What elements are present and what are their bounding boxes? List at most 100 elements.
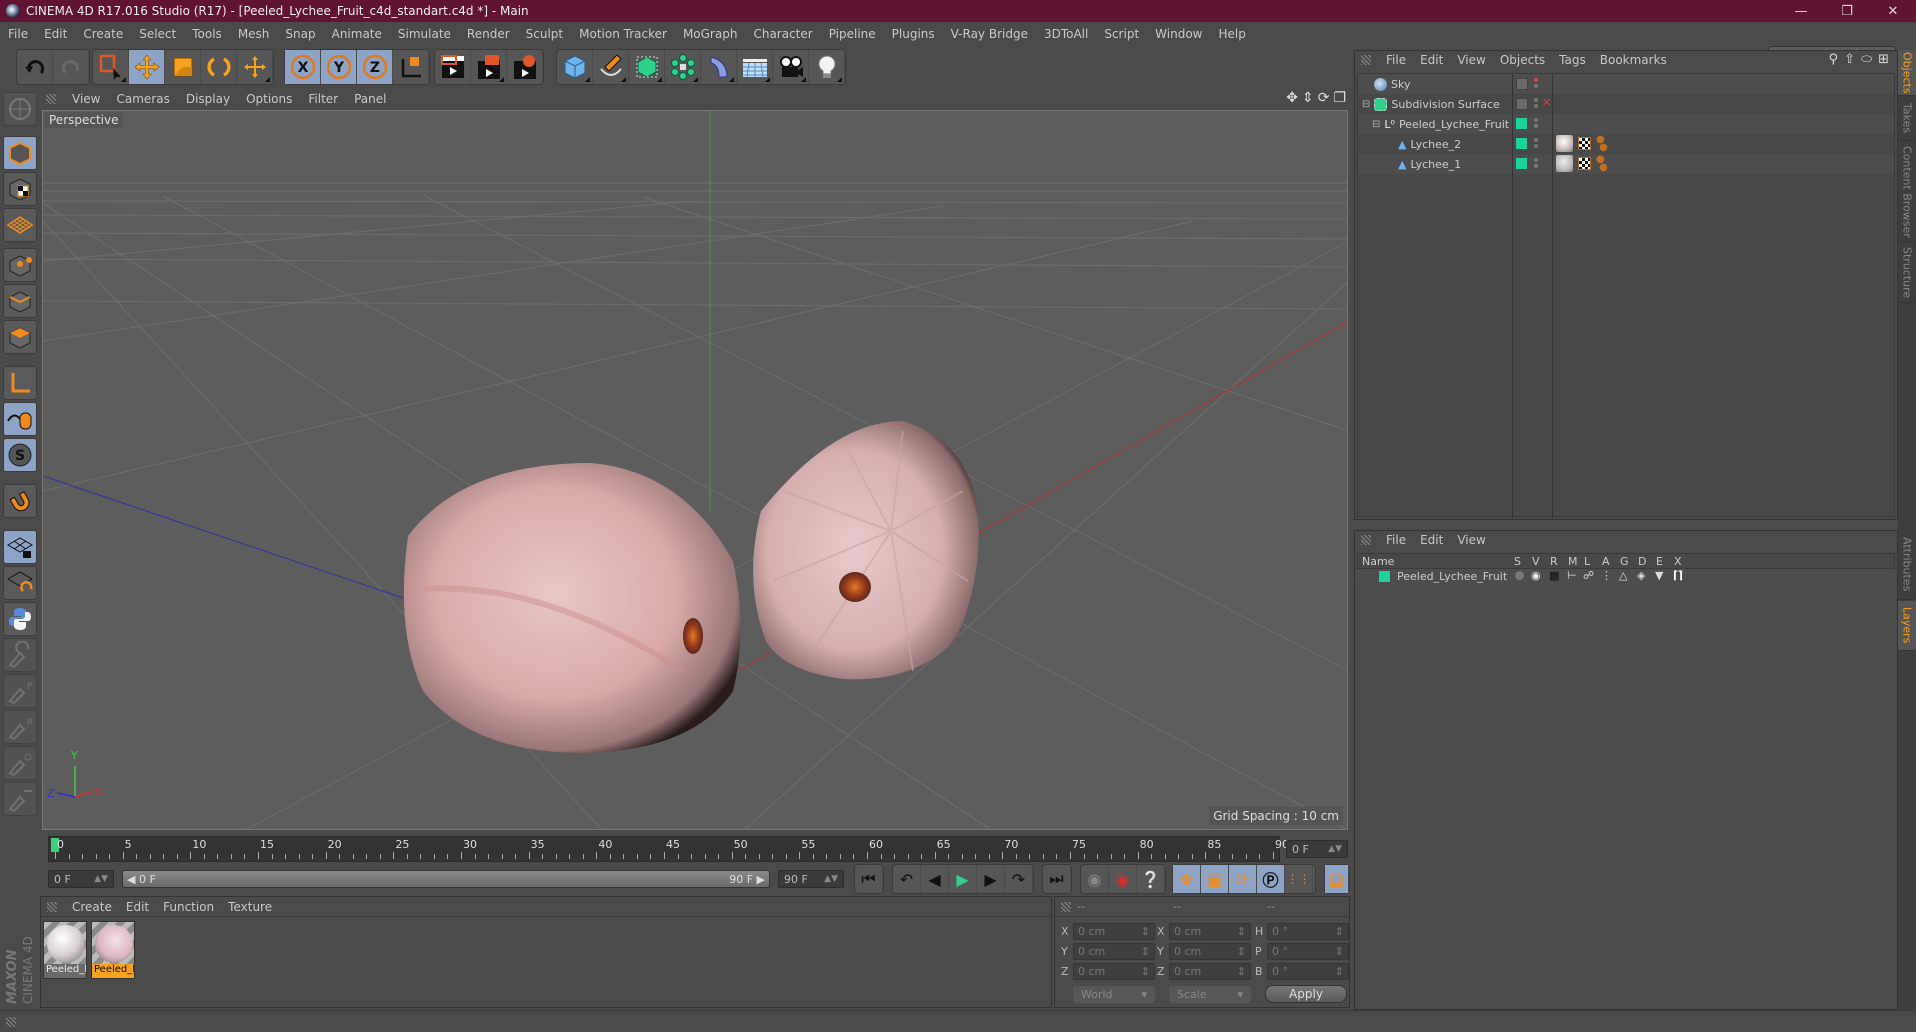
visibility-dots[interactable] (1534, 136, 1538, 150)
coordinate-space-dropdown[interactable]: World ▾ (1073, 986, 1155, 1003)
coordinate-system-button[interactable] (393, 50, 429, 84)
menu-render[interactable]: Render (459, 27, 518, 41)
menu-vray-bridge[interactable]: V-Ray Bridge (943, 27, 1036, 41)
display-tag-icon[interactable] (1516, 98, 1528, 110)
layer-color-icon[interactable] (1516, 118, 1527, 129)
visibility-dots[interactable] (1534, 76, 1538, 90)
menu-select[interactable]: Select (131, 27, 184, 41)
objects-menu-file[interactable]: File (1379, 53, 1413, 67)
xref-icon[interactable]: ⌈⌉ (1673, 569, 1683, 582)
pan-icon[interactable]: ✥ (1286, 90, 1298, 106)
points-mode-button[interactable] (3, 248, 37, 282)
column-deformers[interactable]: D (1638, 555, 1646, 568)
axis-mode-button[interactable] (3, 366, 37, 400)
go-to-start-button[interactable]: ⏮ (855, 865, 883, 893)
start-frame-field[interactable]: 0 F ▲▼ (48, 870, 114, 888)
phong-tag-icon[interactable]: ● ● (1596, 135, 1608, 153)
viewport-menu-cameras[interactable]: Cameras (108, 92, 177, 106)
solo-mode-button[interactable]: S (3, 438, 37, 472)
column-generators[interactable]: G (1620, 555, 1629, 568)
end-frame-field[interactable]: 90 F ▲▼ (778, 870, 844, 888)
new-panel-icon[interactable]: ⊞ (1878, 52, 1889, 67)
layers-menu-edit[interactable]: Edit (1413, 533, 1450, 547)
uvw-tag-icon[interactable] (1578, 137, 1591, 150)
render-to-picture-viewer-button[interactable] (471, 50, 507, 84)
column-locked[interactable]: L (1584, 555, 1590, 568)
deformer-icon[interactable]: ◈ (1637, 569, 1645, 582)
size-x-field[interactable]: 0 cm ⇕ (1169, 923, 1251, 940)
unlocked-icon[interactable]: ☍ (1583, 569, 1594, 582)
menu-pipeline[interactable]: Pipeline (821, 27, 884, 41)
workplane-mode-button[interactable] (3, 208, 37, 242)
key-parameter-button[interactable]: Ⓟ (1257, 865, 1285, 893)
column-solo[interactable]: S (1514, 555, 1521, 568)
minimize-button[interactable]: — (1778, 0, 1824, 22)
object-row-lychee-2[interactable]: ▲ Lychee_2 ● ● (1358, 134, 1894, 154)
y-axis-lock-button[interactable]: Y (321, 50, 357, 84)
rot-b-field[interactable]: 0 ° ⇕ (1267, 963, 1349, 980)
material-swatch[interactable]: Peeled_l (43, 921, 87, 979)
layers-menu-view[interactable]: View (1450, 533, 1492, 547)
menu-character[interactable]: Character (745, 27, 820, 41)
sculpt-flatten-button[interactable] (3, 782, 37, 816)
pos-z-field[interactable]: 0 cm ⇕ (1073, 963, 1155, 980)
search-icon[interactable]: ⚲ (1829, 52, 1839, 67)
maximize-button[interactable]: ❐ (1824, 0, 1870, 22)
coordinate-mode-dropdown[interactable]: Scale ▾ (1169, 986, 1251, 1003)
key-rotation-button[interactable]: ⟳ (1229, 865, 1257, 893)
material-menu-create[interactable]: Create (65, 900, 119, 914)
tab-layers[interactable]: Layers (1898, 601, 1916, 651)
scale-tool-button[interactable] (165, 50, 201, 84)
column-visible[interactable]: V (1532, 555, 1540, 568)
menu-snap[interactable]: Snap (277, 27, 323, 41)
key-scale-button[interactable]: ▣ (1201, 865, 1229, 893)
key-position-button[interactable]: ✥ (1173, 865, 1201, 893)
record-active-objects-button[interactable]: ◉ (1109, 865, 1137, 893)
floor-button[interactable] (737, 50, 773, 84)
viewport-menu-panel[interactable]: Panel (346, 92, 394, 106)
tab-content-browser[interactable]: Content Browser (1898, 142, 1916, 242)
dolly-icon[interactable]: ⇕ (1302, 90, 1314, 106)
material-menu-function[interactable]: Function (156, 900, 221, 914)
timeline-ruler[interactable]: 0 5 10 15 20 25 30 35 40 45 50 55 60 65 70 75 80 85 90 (48, 836, 1289, 862)
panel-grip-icon[interactable] (1061, 901, 1071, 912)
subdivision-surface-button[interactable] (629, 50, 665, 84)
tab-objects[interactable]: Objects (1898, 50, 1916, 96)
expression-icon[interactable]: ▼ (1655, 569, 1663, 582)
menu-mesh[interactable]: Mesh (230, 27, 278, 41)
visibility-dots[interactable] (1534, 96, 1538, 110)
objects-menu-objects[interactable]: Objects (1493, 53, 1552, 67)
sculpt-brush-button[interactable] (3, 638, 37, 672)
material-tag-icon[interactable] (1556, 135, 1573, 152)
visibility-dots[interactable] (1534, 156, 1538, 170)
animation-icon[interactable]: ⋮ (1601, 569, 1612, 582)
perspective-viewport[interactable]: Y X Z Perspective Grid Spacing : 10 cm (42, 110, 1348, 830)
size-z-field[interactable]: 0 cm ⇕ (1169, 963, 1251, 980)
z-axis-lock-button[interactable]: Z (357, 50, 393, 84)
panel-grip-icon[interactable] (6, 1017, 16, 1027)
apply-button[interactable]: Apply (1265, 985, 1347, 1003)
pos-y-field[interactable]: 0 cm ⇕ (1073, 943, 1155, 960)
light-button[interactable] (809, 50, 845, 84)
snapping-button[interactable] (3, 484, 37, 518)
panel-grip-icon[interactable] (46, 94, 56, 104)
motion-record-button[interactable]: ◉ (1081, 865, 1109, 893)
column-animation[interactable]: A (1602, 555, 1610, 568)
filter-icon[interactable]: ⬭ (1861, 52, 1872, 67)
display-tag-icon[interactable] (1516, 78, 1528, 90)
viewport-menu-filter[interactable]: Filter (300, 92, 346, 106)
panel-grip-icon[interactable] (1361, 55, 1371, 65)
material-tag-icon[interactable] (1556, 155, 1573, 172)
solo-icon[interactable] (1515, 571, 1524, 580)
menu-animate[interactable]: Animate (324, 27, 390, 41)
cube-button[interactable] (557, 50, 593, 84)
tab-structure[interactable]: Structure (1898, 243, 1916, 303)
rotate-tool-button[interactable] (201, 50, 237, 84)
cloner-button[interactable] (665, 50, 701, 84)
objects-menu-view[interactable]: View (1450, 53, 1492, 67)
generator-icon[interactable]: △ (1619, 569, 1627, 582)
manager-hierarchy-icon[interactable]: ⊢ (1567, 569, 1577, 582)
texture-mode-button[interactable] (3, 172, 37, 206)
sculpt-relax-button[interactable]: R (3, 710, 37, 744)
pen-spline-button[interactable] (593, 50, 629, 84)
